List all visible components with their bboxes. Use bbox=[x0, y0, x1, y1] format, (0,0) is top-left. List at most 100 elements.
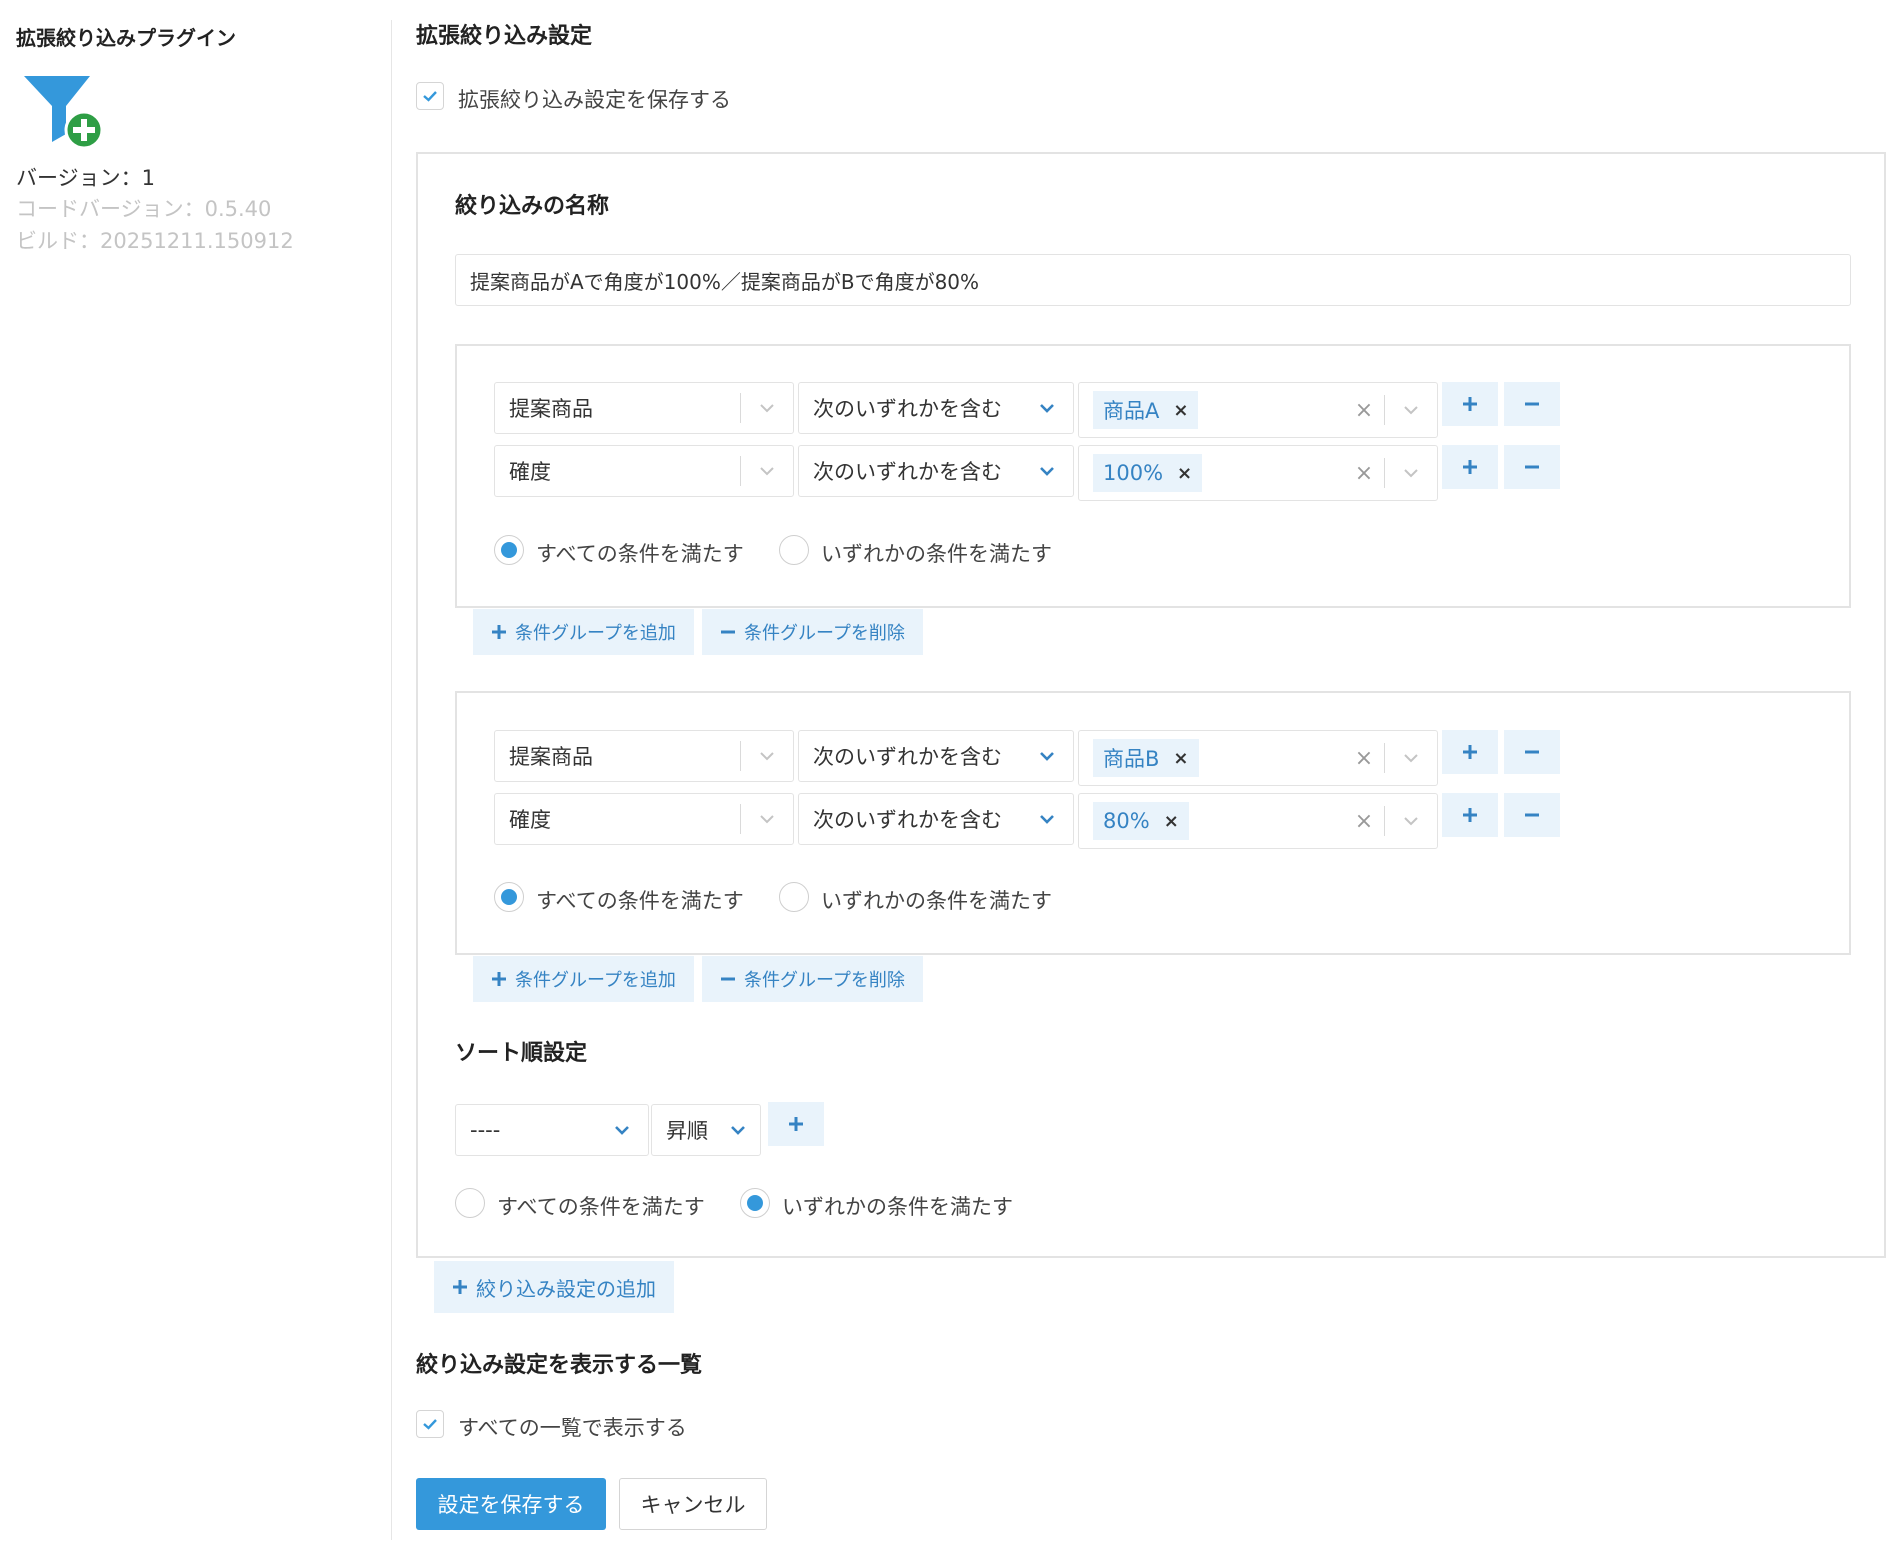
match-all-radio[interactable] bbox=[494, 535, 524, 565]
clear-icon[interactable]: × bbox=[1344, 461, 1384, 486]
check-icon bbox=[423, 1419, 437, 1430]
chevron-down-icon bbox=[741, 809, 793, 829]
chevron-down-icon bbox=[596, 1120, 648, 1140]
delete-group-button[interactable]: 条件グループを削除 bbox=[702, 609, 923, 655]
value-tag-label: 100% bbox=[1103, 461, 1164, 485]
match-any-label: いずれかの条件を満たす bbox=[821, 889, 1052, 913]
minus-icon bbox=[1525, 750, 1539, 754]
field-select-value: 提案商品 bbox=[509, 745, 593, 769]
add-condition-button[interactable] bbox=[1442, 445, 1498, 489]
plus-icon bbox=[789, 1117, 803, 1131]
value-tag-label: 商品B bbox=[1103, 747, 1160, 771]
sort-field-value: ---- bbox=[470, 1118, 501, 1142]
add-filter-setting-button[interactable]: 絞り込み設定の追加 bbox=[434, 1261, 674, 1313]
tag-remove-icon[interactable]: × bbox=[1164, 811, 1179, 832]
sort-match-all-radio[interactable] bbox=[455, 1188, 485, 1218]
minus-icon bbox=[1525, 402, 1539, 406]
chevron-down-icon bbox=[1021, 809, 1073, 829]
save-button[interactable]: 設定を保存する bbox=[416, 1478, 606, 1530]
value-tag: 100% × bbox=[1093, 454, 1203, 492]
field-select-value: 提案商品 bbox=[509, 397, 593, 421]
chevron-down-icon bbox=[716, 1120, 760, 1140]
value-tag: 80% × bbox=[1093, 802, 1189, 840]
cancel-button[interactable]: キャンセル bbox=[619, 1478, 767, 1530]
save-settings-checkbox[interactable] bbox=[416, 82, 444, 110]
chevron-down-icon bbox=[741, 746, 793, 766]
minus-icon bbox=[1525, 813, 1539, 817]
chevron-down-icon[interactable] bbox=[1385, 463, 1437, 483]
value-multiselect[interactable]: 商品A × × bbox=[1078, 382, 1438, 438]
field-select[interactable]: 確度 bbox=[494, 793, 794, 845]
all-lists-checkbox[interactable] bbox=[416, 1410, 444, 1438]
chevron-down-icon[interactable] bbox=[1385, 748, 1437, 768]
add-condition-button[interactable] bbox=[1442, 793, 1498, 837]
match-any-radio[interactable] bbox=[779, 882, 809, 912]
filter-name-heading: 絞り込みの名称 bbox=[455, 194, 610, 219]
filter-name-input[interactable]: 提案商品がAで角度が100%／提案商品がBで角度が80% bbox=[455, 254, 1851, 306]
radio-selected-dot bbox=[747, 1195, 763, 1211]
add-group-button[interactable]: 条件グループを追加 bbox=[473, 609, 694, 655]
add-group-button[interactable]: 条件グループを追加 bbox=[473, 956, 694, 1002]
version-text: バージョン：1 bbox=[16, 166, 155, 190]
sort-match-any-radio[interactable] bbox=[740, 1188, 770, 1218]
tag-remove-icon[interactable]: × bbox=[1173, 400, 1188, 421]
tag-remove-icon[interactable]: × bbox=[1177, 463, 1192, 484]
chevron-down-icon bbox=[1021, 461, 1073, 481]
add-sort-button[interactable] bbox=[768, 1102, 824, 1146]
all-lists-label: すべての一覧で表示する bbox=[458, 1416, 687, 1440]
delete-group-label: 条件グループを削除 bbox=[744, 623, 905, 644]
value-multiselect[interactable]: 100% × × bbox=[1078, 445, 1438, 501]
settings-heading: 拡張絞り込み設定 bbox=[416, 24, 593, 49]
value-multiselect[interactable]: 80% × × bbox=[1078, 793, 1438, 849]
match-any-radio[interactable] bbox=[779, 535, 809, 565]
field-select[interactable]: 確度 bbox=[494, 445, 794, 497]
remove-condition-button[interactable] bbox=[1504, 382, 1560, 426]
minus-icon bbox=[721, 977, 735, 981]
remove-condition-button[interactable] bbox=[1504, 730, 1560, 774]
value-tag: 商品A × bbox=[1093, 391, 1199, 429]
clear-icon[interactable]: × bbox=[1344, 398, 1384, 423]
remove-condition-button[interactable] bbox=[1504, 793, 1560, 837]
add-condition-button[interactable] bbox=[1442, 730, 1498, 774]
match-all-label: すべての条件を満たす bbox=[536, 542, 744, 566]
tag-remove-icon[interactable]: × bbox=[1173, 748, 1188, 769]
operator-select-value: 次のいずれかを含む bbox=[813, 808, 1002, 832]
chevron-down-icon[interactable] bbox=[1385, 400, 1437, 420]
operator-select[interactable]: 次のいずれかを含む bbox=[798, 730, 1074, 782]
delete-group-label: 条件グループを削除 bbox=[744, 970, 905, 991]
plus-icon bbox=[1463, 397, 1477, 411]
add-group-label: 条件グループを追加 bbox=[515, 970, 676, 991]
clear-icon[interactable]: × bbox=[1344, 809, 1384, 834]
filter-plus-icon bbox=[22, 72, 106, 152]
operator-select[interactable]: 次のいずれかを含む bbox=[798, 793, 1074, 845]
chevron-down-icon bbox=[741, 461, 793, 481]
clear-icon[interactable]: × bbox=[1344, 746, 1384, 771]
sort-order-select[interactable]: 昇順 bbox=[651, 1104, 761, 1156]
match-all-radio[interactable] bbox=[494, 882, 524, 912]
plus-icon bbox=[492, 972, 506, 986]
match-any-label: いずれかの条件を満たす bbox=[821, 542, 1052, 566]
sort-heading: ソート順設定 bbox=[455, 1041, 588, 1066]
sort-order-value: 昇順 bbox=[666, 1119, 708, 1143]
operator-select[interactable]: 次のいずれかを含む bbox=[798, 382, 1074, 434]
value-tag-label: 商品A bbox=[1103, 399, 1160, 423]
field-select[interactable]: 提案商品 bbox=[494, 730, 794, 782]
add-condition-button[interactable] bbox=[1442, 382, 1498, 426]
sidebar-divider bbox=[391, 20, 392, 1540]
operator-select[interactable]: 次のいずれかを含む bbox=[798, 445, 1074, 497]
plus-icon bbox=[1463, 808, 1477, 822]
add-filter-setting-label: 絞り込み設定の追加 bbox=[476, 1276, 656, 1301]
plus-icon bbox=[492, 625, 506, 639]
delete-group-button[interactable]: 条件グループを削除 bbox=[702, 956, 923, 1002]
radio-selected-dot bbox=[501, 542, 517, 558]
value-tag-label: 80% bbox=[1103, 809, 1150, 833]
code-version-text: コードバージョン：0.5.40 bbox=[16, 197, 272, 221]
plugin-title: 拡張絞り込みプラグイン bbox=[16, 26, 236, 50]
sort-field-select[interactable]: ---- bbox=[455, 1104, 649, 1156]
remove-condition-button[interactable] bbox=[1504, 445, 1560, 489]
value-multiselect[interactable]: 商品B × × bbox=[1078, 730, 1438, 786]
sort-match-any-label: いずれかの条件を満たす bbox=[782, 1195, 1013, 1219]
field-select-value: 確度 bbox=[509, 808, 551, 832]
field-select[interactable]: 提案商品 bbox=[494, 382, 794, 434]
chevron-down-icon[interactable] bbox=[1385, 811, 1437, 831]
